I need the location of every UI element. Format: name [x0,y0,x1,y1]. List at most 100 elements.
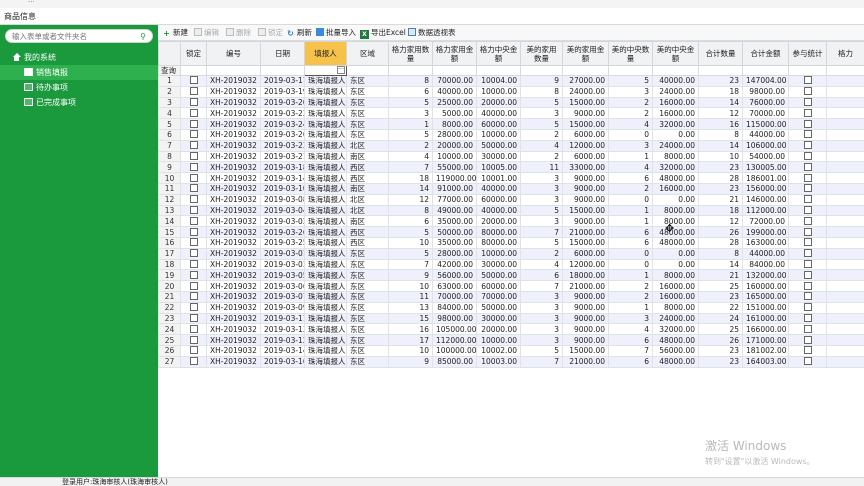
table-row[interactable]: 23 XH-2019032 2019-03-11 珠海填报人 东区 15 98000.00 3… [158,312,864,325]
table-cell[interactable]: XH-2019032 [206,118,261,130]
table-row[interactable]: 1 XH-2019032 2019-03-17 珠海填报人 东区 8 70000.00 100… [158,75,864,87]
table-cell[interactable]: 0.00 [652,193,699,206]
table-cell[interactable]: 珠海填报人 [304,269,347,282]
table-cell[interactable]: 0.00 [652,247,699,260]
table-cell[interactable]: 4 [608,118,653,130]
table-cell[interactable]: 珠海填报人 [304,182,347,195]
table-cell[interactable]: 181002.00 [742,344,789,357]
participate-checkbox[interactable] [803,216,812,225]
table-row[interactable]: 4 XH-2019032 2019-03-22 珠海填报人 东区 3 5000.00 4000… [158,107,864,120]
table-cell[interactable]: 2019-03-10 [260,182,305,195]
table-cell[interactable]: 14 [698,258,743,271]
table-cell[interactable]: 147004.00 [742,75,789,87]
participate-checkbox[interactable] [803,184,812,193]
table-cell[interactable] [826,269,864,282]
table-cell[interactable]: 16 [698,118,743,130]
search-icon[interactable]: ⚲ [138,32,148,41]
table-cell[interactable]: 3 [520,182,563,195]
table-cell[interactable]: 15 [388,312,433,325]
table-cell[interactable]: 20000.00 [476,215,521,228]
table-cell[interactable]: 48000.00 [652,334,699,346]
table-cell[interactable]: 东区 [346,290,389,303]
table-cell[interactable]: 0 [608,193,653,206]
table-row[interactable]: 3 XH-2019032 2019-03-20 珠海填报人 东区 5 25000.00 200… [158,96,864,109]
participate-checkbox[interactable] [803,195,812,204]
table-cell[interactable]: 南区 [346,215,389,228]
table-cell[interactable]: 5 [388,96,433,109]
table-row[interactable]: 20 XH-2019032 2019-03-06 珠海填报人 东区 10 63000.00 6… [158,280,864,292]
table-cell[interactable]: 2 [608,107,653,120]
table-cell[interactable]: XH-2019032 [206,236,261,249]
table-cell[interactable]: 珠海填报人 [304,161,347,174]
query-cell[interactable] [562,65,609,76]
table-cell[interactable]: 2019-03-06 [260,280,305,292]
table-cell[interactable]: 7 [388,161,433,174]
table-row[interactable]: 5 XH-2019032 2019-03-24 珠海填报人 东区 1 8000.00 6000… [158,118,864,130]
table-cell[interactable]: 5000.00 [432,107,477,120]
table-cell[interactable]: 东区 [346,269,389,282]
table-cell[interactable]: 6000.00 [562,128,609,141]
lock-checkbox[interactable] [189,260,198,268]
table-cell[interactable]: 2019-03-12 [260,334,305,346]
table-cell[interactable]: 24000.00 [562,85,609,98]
table-cell[interactable]: 10004.00 [476,75,521,87]
lock-checkbox[interactable] [189,195,198,204]
table-cell[interactable]: 18000.00 [562,269,609,282]
table-cell[interactable]: 9000.00 [562,193,609,206]
participate-checkbox[interactable] [803,152,812,160]
participate-checkbox[interactable] [803,281,812,290]
lock-checkbox[interactable] [189,357,198,366]
table-cell[interactable] [826,128,864,141]
table-cell[interactable]: 3 [520,334,563,346]
lock-checkbox[interactable] [189,162,198,171]
lock-checkbox[interactable] [189,173,198,182]
batch-import-button[interactable]: 批量导入 [316,27,356,39]
column-header[interactable]: 编号 [206,41,261,66]
table-cell[interactable] [826,139,864,152]
table-cell[interactable]: 16000.00 [652,107,699,120]
participate-checkbox[interactable] [803,162,812,171]
table-cell[interactable]: 72000.00 [742,215,789,228]
column-header[interactable]: 美的家用数量 [520,41,563,66]
table-cell[interactable]: 10 [388,236,433,249]
table-cell[interactable]: 42000.00 [432,258,477,271]
lock-checkbox[interactable] [189,335,198,344]
table-cell[interactable]: 70000.00 [476,290,521,303]
table-cell[interactable]: 东区 [346,118,389,130]
column-header[interactable]: 合计金额 [742,41,789,66]
table-cell[interactable]: 珠海填报人 [304,344,347,357]
table-cell[interactable]: 33000.00 [562,161,609,174]
lock-checkbox[interactable] [189,314,198,322]
table-cell[interactable]: 7 [608,344,653,357]
table-cell[interactable]: 6 [608,334,653,346]
table-cell[interactable]: 60000.00 [476,193,521,206]
table-cell[interactable]: XH-2019032 [206,323,261,336]
table-cell[interactable]: 10000.00 [476,334,521,346]
table-cell[interactable]: XH-2019032 [206,312,261,325]
table-cell[interactable]: 15000.00 [562,344,609,357]
table-cell[interactable]: 50000.00 [476,269,521,282]
lock-checkbox[interactable] [189,346,198,355]
table-cell[interactable]: 26 [698,334,743,346]
table-cell[interactable]: 60000.00 [476,280,521,292]
table-cell[interactable]: 珠海填报人 [304,204,347,217]
table-cell[interactable] [826,258,864,271]
table-cell[interactable]: 2019-03-13 [260,323,305,336]
table-cell[interactable]: 84000.00 [432,301,477,314]
table-cell[interactable]: 11 [520,161,563,174]
table-cell[interactable]: 10005.00 [476,161,521,174]
table-cell[interactable]: 50000.00 [476,301,521,314]
table-cell[interactable]: 西区 [346,172,389,184]
participate-checkbox[interactable] [803,173,812,182]
table-cell[interactable]: 9000.00 [562,182,609,195]
table-cell[interactable]: 48000.00 [652,236,699,249]
table-cell[interactable]: 44000.00 [742,247,789,260]
table-cell[interactable]: 160000.00 [742,280,789,292]
table-cell[interactable]: 0 [608,247,653,260]
table-cell[interactable]: 32000.00 [652,118,699,130]
participate-checkbox[interactable] [803,87,812,96]
table-cell[interactable] [826,355,864,368]
table-row[interactable]: 22 XH-2019032 2019-03-09 珠海填报人 东区 13 84000.00 5… [158,301,864,314]
lock-checkbox[interactable] [189,141,198,150]
table-cell[interactable]: XH-2019032 [206,75,261,87]
